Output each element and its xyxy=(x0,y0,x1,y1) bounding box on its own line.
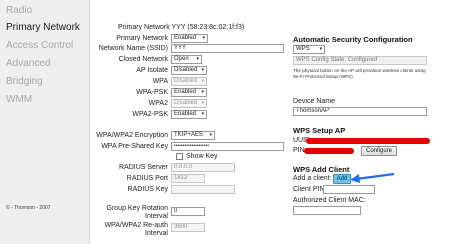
chevron-down-icon: ▾ xyxy=(202,35,205,41)
wpa2-psk-value: Enabled xyxy=(174,111,197,117)
wpa-psk-select[interactable]: Enabled ▾ xyxy=(171,88,207,97)
chevron-down-icon: ▾ xyxy=(201,78,204,84)
closed-network-label: Closed Network xyxy=(118,56,168,63)
wps-mode-select[interactable]: WPS ▾ xyxy=(293,45,325,54)
arrow-pointer-icon xyxy=(350,172,395,183)
closed-network-select[interactable]: Open ▾ xyxy=(171,55,202,64)
primary-network-select[interactable]: Enabled ▾ xyxy=(171,34,208,43)
client-pin-input[interactable] xyxy=(323,185,375,194)
device-name-input[interactable]: ThomsonAP xyxy=(293,107,427,116)
chevron-down-icon: ▾ xyxy=(319,46,322,52)
reauth-interval-label: WPA/WPA2 Re-auth Interval xyxy=(104,222,168,238)
reauth-interval-input[interactable]: 3600 xyxy=(171,223,205,232)
redaction-mark xyxy=(304,148,354,154)
sidebar-item-bridging[interactable]: Bridging xyxy=(6,76,43,87)
sidebar-item-advanced[interactable]: Advanced xyxy=(6,58,50,69)
chevron-down-icon: ▾ xyxy=(201,67,204,73)
radius-key-input[interactable] xyxy=(171,185,235,194)
sidebar-item-wmm[interactable]: WMM xyxy=(6,94,32,105)
ssid-input[interactable]: YYY xyxy=(171,44,284,53)
sidebar-item-primary-network[interactable]: Primary Network xyxy=(6,22,80,33)
reauth-interval-label-line2: Interval xyxy=(145,230,168,237)
add-client-button[interactable]: Add xyxy=(333,174,351,184)
group-key-rotation-label-line1: Group Key Rotation xyxy=(106,205,168,212)
encryption-value: TKIP+AES xyxy=(174,132,203,138)
chevron-down-icon: ▾ xyxy=(209,132,212,138)
wps-add-client-title: WPS Add Client xyxy=(293,165,350,174)
wpa2-psk-label: WPA2-PSK xyxy=(132,111,168,118)
authorized-mac-input[interactable] xyxy=(293,206,361,215)
reauth-interval-label-line1: WPA/WPA2 Re-auth xyxy=(104,222,168,229)
redaction-mark xyxy=(306,138,430,144)
wpa-label: WPA xyxy=(152,78,168,85)
chevron-down-icon: ▾ xyxy=(201,111,204,117)
sidebar-item-radio[interactable]: Radio xyxy=(6,5,32,16)
radius-port-label: RADIUS Port xyxy=(126,175,168,182)
client-pin-label: Client PIN: xyxy=(293,186,327,193)
authorized-mac-label: Authorized Client MAC: xyxy=(293,197,366,204)
copyright-text: © - Thomson - 2007 xyxy=(6,205,51,211)
group-key-rotation-label-line2: Interval xyxy=(145,213,168,220)
wps-setup-title: WPS Setup AP xyxy=(293,126,346,135)
chevron-down-icon: ▾ xyxy=(201,89,204,95)
radius-port-input[interactable]: 1812 xyxy=(171,174,205,183)
primary-network-value: Enabled xyxy=(174,35,197,41)
chevron-down-icon: ▾ xyxy=(201,100,204,106)
primary-network-label: Primary Network xyxy=(116,35,168,42)
wps-note: The physical button on the AP will provi… xyxy=(293,68,426,79)
network-title: Primary Network YYY (58:23:8c:02:1f:f3) xyxy=(118,24,245,31)
ap-isolate-value: Disabled xyxy=(174,67,198,73)
auto-security-title: Automatic Security Configuration xyxy=(293,35,413,44)
wpa-psk-value: Enabled xyxy=(174,89,197,95)
configure-button[interactable]: Configure xyxy=(361,146,397,156)
wpa2-value: Disabled xyxy=(174,100,198,106)
ap-isolate-label: AP Isolate xyxy=(136,67,168,74)
ssid-label: Network Name (SSID) xyxy=(98,45,168,52)
device-name-label: Device Name xyxy=(293,98,336,105)
group-key-rotation-input[interactable]: 0 xyxy=(171,207,205,216)
encryption-label: WPA/WPA2 Encryption xyxy=(96,132,168,139)
radius-server-label: RADIUS Server xyxy=(118,164,168,171)
group-key-rotation-label: Group Key Rotation Interval xyxy=(107,205,168,221)
sidebar: Radio Primary Network Access Control Adv… xyxy=(0,0,90,244)
show-key-checkbox[interactable] xyxy=(176,153,183,160)
ap-isolate-select[interactable]: Disabled ▾ xyxy=(171,66,207,75)
chevron-down-icon: ▾ xyxy=(196,56,199,62)
encryption-select[interactable]: TKIP+AES ▾ xyxy=(171,131,215,140)
wpa2-label: WPA2 xyxy=(148,100,168,107)
add-client-label: Add a client: xyxy=(293,175,332,182)
radius-key-label: RADIUS Key xyxy=(127,186,168,193)
wpa2-psk-select[interactable]: Enabled ▾ xyxy=(171,110,207,119)
wps-config-state: WPS Config State: Configured xyxy=(293,56,427,65)
wpa-psk-label: WPA-PSK xyxy=(136,89,168,96)
wpa-select[interactable]: Disabled ▾ xyxy=(171,77,207,86)
radius-server-input[interactable]: 0.0.0.0 xyxy=(171,163,235,172)
wps-mode-value: WPS xyxy=(296,46,310,52)
closed-network-value: Open xyxy=(174,56,189,62)
show-key-label: Show Key xyxy=(186,153,218,160)
sidebar-item-access-control[interactable]: Access Control xyxy=(6,40,73,51)
wpa2-select[interactable]: Disabled ▾ xyxy=(171,99,207,108)
wpa-value: Disabled xyxy=(174,78,198,84)
psk-input[interactable]: •••••••••••••••••••• xyxy=(171,142,284,151)
psk-label: WPA Pre-Shared Key xyxy=(101,143,168,150)
